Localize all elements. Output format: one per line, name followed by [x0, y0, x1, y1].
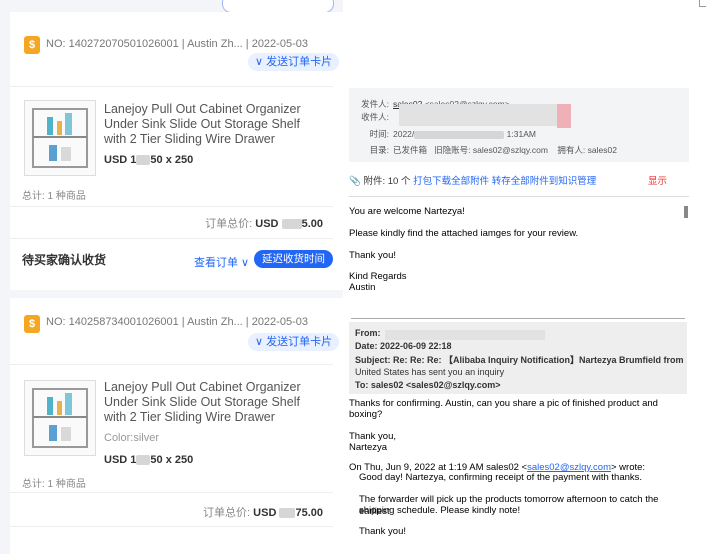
- divider: [349, 196, 689, 197]
- body-line: You are welcome Nartezya!: [349, 206, 465, 217]
- email-panel: 发件人:sales02 <sales02@szlqy.com> 收件人: 时间:…: [349, 0, 706, 554]
- save-all-link[interactable]: 转存全部附件到知识管理: [492, 176, 597, 187]
- divider: [10, 86, 333, 87]
- order-total: 订单总价: USD 75.00: [203, 507, 323, 519]
- divider: [10, 206, 333, 207]
- coin-icon: $: [24, 36, 40, 54]
- redacted-mark: [557, 104, 571, 128]
- reply-line: Thank you,: [349, 431, 396, 442]
- product-price: USD 1 50 x 250: [104, 154, 194, 166]
- quote-from: From:: [355, 328, 381, 338]
- divider: [10, 526, 333, 527]
- total-items: 总计: 1 种商品: [22, 191, 86, 202]
- divider: [10, 492, 333, 493]
- quote-subject-cont: United States has sent you an inquiry: [355, 367, 505, 377]
- order-list-panel: $ NO: 140272070501026001 | Austin Zh... …: [0, 0, 343, 554]
- time-row: 时间: 2022/ 1:31AM: [369, 129, 536, 139]
- body-line: Austin: [349, 282, 376, 293]
- reply-line: Nartezya: [349, 442, 388, 453]
- quoted-line: Thank you!: [359, 526, 406, 537]
- product-thumbnail[interactable]: [24, 380, 96, 456]
- quoted-line: Good day! Nartezya, confirming receipt o…: [359, 472, 643, 483]
- reply-line: Thanks for confirming. Austin, can you s…: [349, 398, 658, 409]
- order-total: 订单总价: USD 5.00: [205, 218, 323, 230]
- total-items: 总计: 1 种商品: [22, 479, 86, 490]
- attachment-bar: 📎 附件: 10 个 打包下载全部附件 转存全部附件到知识管理 显示: [349, 171, 689, 193]
- send-order-card-button[interactable]: ∨ 发送订单卡片: [248, 333, 340, 351]
- send-order-card-button[interactable]: ∨ 发送订单卡片: [248, 53, 340, 71]
- redacted-recipient: [399, 104, 559, 126]
- paperclip-icon: 📎: [349, 176, 361, 187]
- product-thumbnail[interactable]: [24, 100, 96, 176]
- quote-divider: [351, 318, 685, 319]
- product-price: USD 1 50 x 250: [104, 454, 194, 466]
- email-meta: 发件人:sales02 <sales02@szlqy.com> 收件人: 时间:…: [349, 88, 689, 162]
- quoted-header: From: Date: 2022-06-09 22:18 Subject: Re…: [349, 322, 687, 394]
- quote-date: Date: 2022-06-09 22:18: [355, 341, 452, 351]
- divider: [10, 364, 333, 365]
- order-card: $ NO: 140258734001026001 | Austin Zh... …: [10, 298, 343, 554]
- extend-receipt-button[interactable]: 延迟收货时间: [254, 250, 333, 268]
- quoted-line: shipping schedule. Please kindly note!: [359, 505, 521, 516]
- order-number: NO: 140272070501026001 | Austin Zh... | …: [46, 38, 308, 50]
- quote-to: To: sales02 <sales02@szlqy.com>: [355, 380, 501, 390]
- window-corner: [699, 0, 706, 7]
- view-order-link[interactable]: 查看订单 ∨: [194, 254, 249, 270]
- coin-icon: $: [24, 315, 40, 333]
- show-attachments-link[interactable]: 显示: [648, 171, 667, 193]
- download-all-link[interactable]: 打包下载全部附件: [413, 176, 489, 187]
- order-card: $ NO: 140272070501026001 | Austin Zh... …: [10, 12, 343, 290]
- product-title[interactable]: Lanejoy Pull Out Cabinet Organizer Under…: [104, 380, 324, 425]
- quote-subject: Subject: Re: Re: Re: 【Alibaba Inquiry No…: [355, 355, 684, 365]
- scrollbar-thumb[interactable]: [684, 206, 688, 218]
- reply-line: boxing?: [349, 409, 383, 420]
- product-title[interactable]: Lanejoy Pull Out Cabinet Organizer Under…: [104, 102, 324, 147]
- body-line: Kind Regards: [349, 271, 407, 282]
- to-row: 收件人:: [361, 112, 389, 122]
- reply-body: Thanks for confirming. Austin, can you s…: [349, 398, 687, 554]
- order-status: 待买家确认收货: [22, 253, 107, 267]
- divider: [10, 238, 333, 239]
- folder-row: 目录: 已发件箱 旧隐账号: sales02@szlqy.com 拥有人: sal…: [369, 145, 617, 155]
- product-color: Color:silver: [104, 432, 160, 444]
- redacted-sender: [385, 330, 545, 340]
- body-line: Please kindly find the attached iamges f…: [349, 228, 579, 239]
- body-line: Thank you!: [349, 250, 396, 261]
- order-number: NO: 140258734001026001 | Austin Zh... | …: [46, 316, 308, 328]
